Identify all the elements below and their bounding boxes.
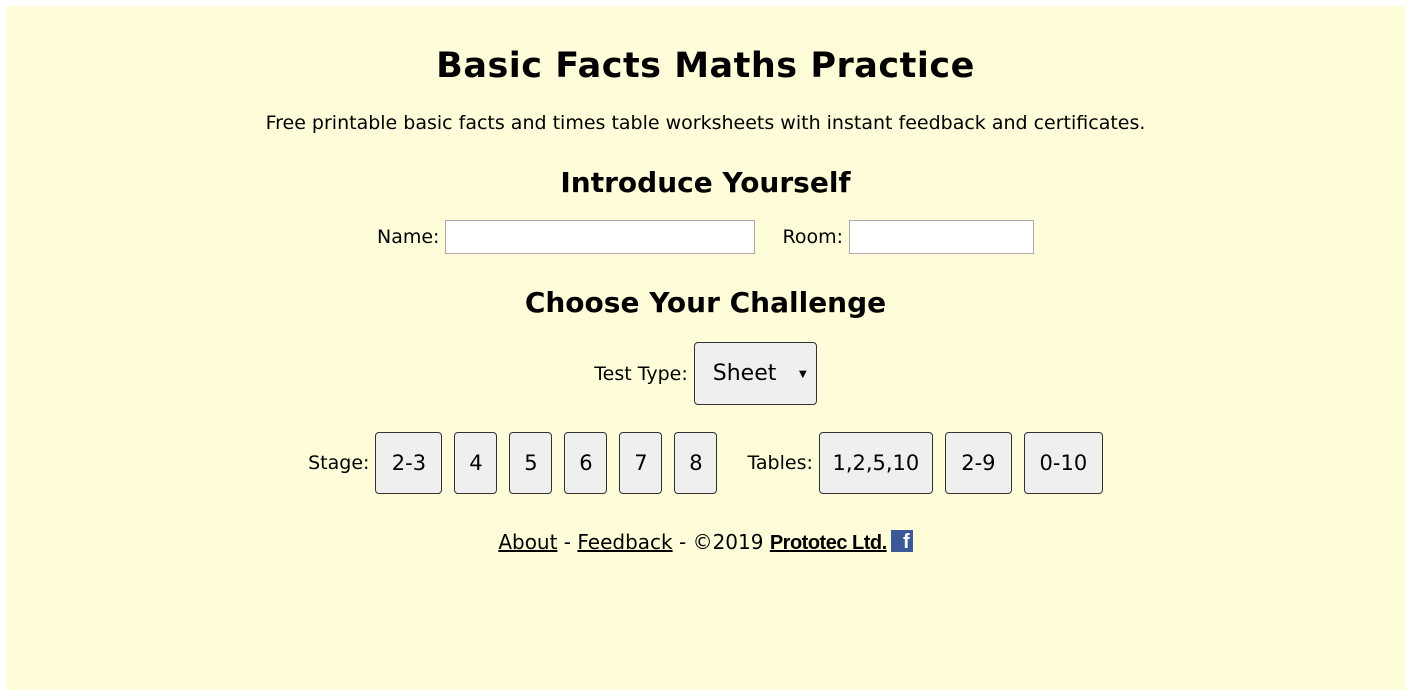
tables-label: Tables: bbox=[747, 452, 813, 474]
stage-button-8[interactable]: 8 bbox=[674, 432, 718, 494]
name-label: Name: bbox=[377, 226, 440, 248]
prototec-link[interactable]: Prototec Ltd. bbox=[770, 532, 887, 554]
page-subtitle: Free printable basic facts and times tab… bbox=[265, 112, 1146, 134]
test-type-select[interactable]: Sheet ▼ bbox=[693, 342, 817, 405]
room-input[interactable] bbox=[848, 220, 1034, 254]
footer: About - Feedback - ©2019 Prototec Ltd. f bbox=[6, 530, 1405, 555]
challenge-heading: Choose Your Challenge bbox=[524, 286, 887, 319]
identity-row: Name: Room: bbox=[6, 220, 1405, 254]
tables-button-2-9[interactable]: 2-9 bbox=[944, 432, 1012, 494]
dropdown-arrow-icon: ▼ bbox=[799, 369, 807, 380]
introduce-heading: Introduce Yourself bbox=[560, 166, 851, 199]
test-type-label: Test Type: bbox=[594, 362, 688, 385]
feedback-link[interactable]: Feedback bbox=[577, 530, 672, 554]
test-type-row: Test Type: Sheet ▼ bbox=[6, 342, 1405, 405]
stage-button-4[interactable]: 4 bbox=[454, 432, 498, 494]
stage-button-6[interactable]: 6 bbox=[564, 432, 608, 494]
stage-label: Stage: bbox=[308, 452, 370, 474]
footer-separator: - bbox=[557, 530, 578, 554]
page-panel: Basic Facts Maths Practice Free printabl… bbox=[6, 6, 1405, 690]
stage-button-7[interactable]: 7 bbox=[619, 432, 663, 494]
test-type-value: Sheet bbox=[712, 361, 777, 386]
facebook-icon[interactable]: f bbox=[890, 530, 913, 552]
stage-button-2-3[interactable]: 2-3 bbox=[375, 432, 443, 494]
name-input[interactable] bbox=[445, 220, 756, 254]
stage-tables-row: Stage: 2-3 4 5 6 7 8 Tables: 1,2,5,10 2-… bbox=[6, 432, 1405, 494]
about-link[interactable]: About bbox=[498, 530, 557, 554]
footer-separator: - bbox=[672, 530, 693, 554]
room-label: Room: bbox=[782, 226, 843, 248]
stage-button-5[interactable]: 5 bbox=[509, 432, 553, 494]
copyright-text: ©2019 bbox=[692, 530, 770, 554]
tables-button-0-10[interactable]: 0-10 bbox=[1023, 432, 1103, 494]
page-title: Basic Facts Maths Practice bbox=[436, 46, 975, 86]
tables-button-1-2-5-10[interactable]: 1,2,5,10 bbox=[818, 432, 933, 494]
